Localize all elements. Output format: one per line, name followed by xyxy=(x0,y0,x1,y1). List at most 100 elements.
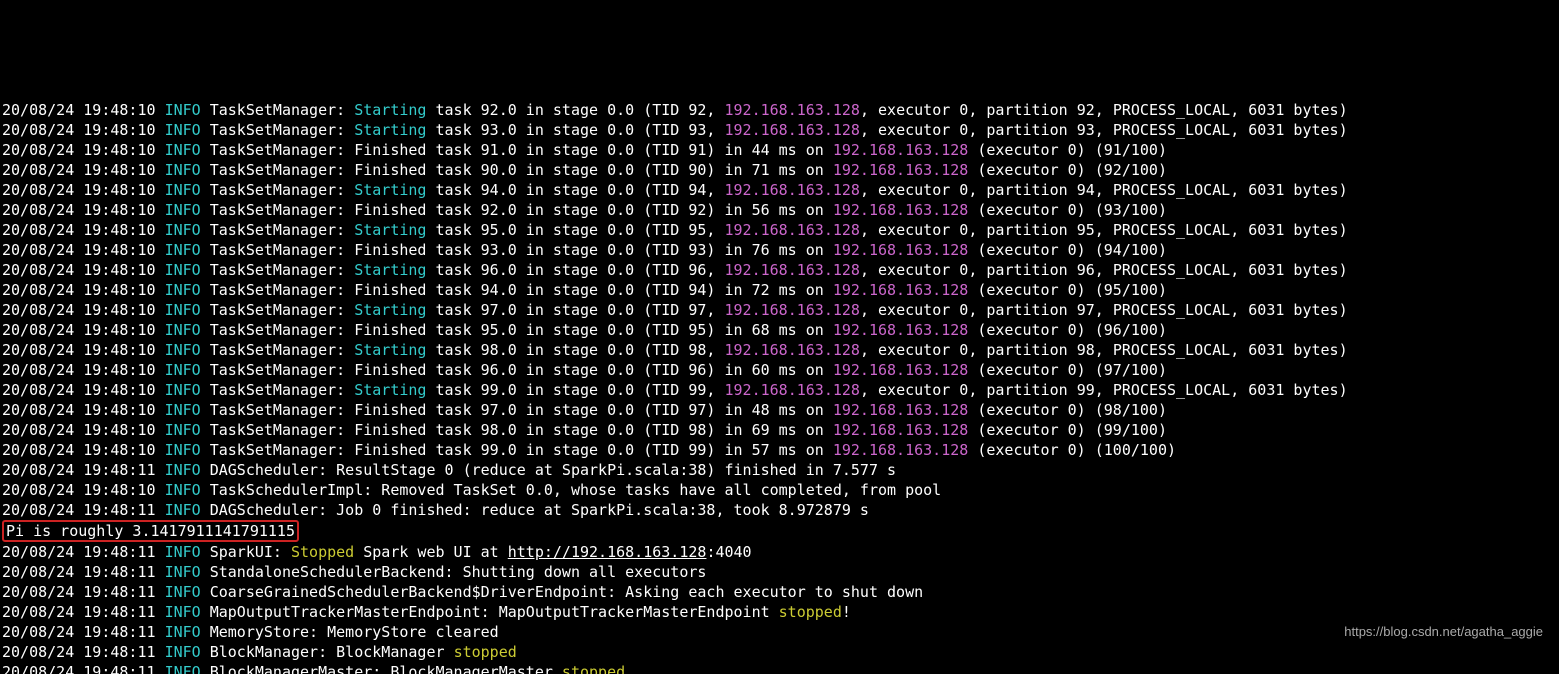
log-segment: 20/08/24 19:48:11 xyxy=(2,583,165,601)
log-segment: 20/08/24 19:48:11 xyxy=(2,643,165,661)
log-segment: TaskSetManager: Finished task 92.0 in st… xyxy=(201,201,833,219)
watermark-text: https://blog.csdn.net/agatha_aggie xyxy=(1344,622,1543,642)
log-segment: 20/08/24 19:48:10 xyxy=(2,181,165,199)
log-segment: task 94.0 in stage 0.0 (TID 94, xyxy=(426,181,724,199)
log-segment: stopped xyxy=(779,603,842,621)
log-segment: 192.168.163.128 xyxy=(724,301,859,319)
log-segment: (executor 0) (97/100) xyxy=(968,361,1167,379)
log-segment: INFO xyxy=(165,401,201,419)
log-segment: Starting xyxy=(354,301,426,319)
log-segment: TaskSetManager: xyxy=(201,181,355,199)
log-segment: 192.168.163.128 xyxy=(724,101,859,119)
log-line: 20/08/24 19:48:11 INFO BlockManagerMaste… xyxy=(2,662,1557,674)
log-segment: 192.168.163.128 xyxy=(833,401,968,419)
log-segment: task 93.0 in stage 0.0 (TID 93, xyxy=(426,121,724,139)
log-segment: TaskSetManager: xyxy=(201,101,355,119)
log-segment: , executor 0, partition 92, PROCESS_LOCA… xyxy=(860,101,1348,119)
log-segment: 192.168.163.128 xyxy=(833,321,968,339)
log-line: 20/08/24 19:48:10 INFO TaskSetManager: F… xyxy=(2,200,1557,220)
log-segment: INFO xyxy=(165,181,201,199)
log-segment: , executor 0, partition 93, PROCESS_LOCA… xyxy=(860,121,1348,139)
log-segment: 20/08/24 19:48:11 xyxy=(2,543,165,561)
log-segment: 20/08/24 19:48:10 xyxy=(2,301,165,319)
log-segment: 192.168.163.128 xyxy=(833,241,968,259)
log-segment: (executor 0) (91/100) xyxy=(968,141,1167,159)
log-segment: 192.168.163.128 xyxy=(833,441,968,459)
log-segment: TaskSetManager: Finished task 98.0 in st… xyxy=(201,421,833,439)
log-segment: 20/08/24 19:48:10 xyxy=(2,101,165,119)
log-segment: TaskSetManager: xyxy=(201,261,355,279)
log-segment: Stopped xyxy=(291,543,354,561)
log-segment: 20/08/24 19:48:10 xyxy=(2,161,165,179)
log-segment: 20/08/24 19:48:10 xyxy=(2,241,165,259)
log-line: 20/08/24 19:48:10 INFO TaskSetManager: S… xyxy=(2,340,1557,360)
log-line: 20/08/24 19:48:10 INFO TaskSetManager: F… xyxy=(2,280,1557,300)
log-segment: Spark web UI at xyxy=(354,543,508,561)
log-segment: 192.168.163.128 xyxy=(833,161,968,179)
log-segment: (executor 0) (100/100) xyxy=(968,441,1176,459)
log-segment: 192.168.163.128 xyxy=(833,201,968,219)
log-segment: INFO xyxy=(165,583,201,601)
log-segment: 20/08/24 19:48:10 xyxy=(2,441,165,459)
log-segment: task 95.0 in stage 0.0 (TID 95, xyxy=(426,221,724,239)
log-segment: TaskSetManager: xyxy=(201,341,355,359)
log-line: 20/08/24 19:48:10 INFO TaskSetManager: S… xyxy=(2,120,1557,140)
log-line: 20/08/24 19:48:10 INFO TaskSetManager: S… xyxy=(2,180,1557,200)
log-segment: 20/08/24 19:48:11 xyxy=(2,603,165,621)
log-segment: (executor 0) (95/100) xyxy=(968,281,1167,299)
log-segment: , executor 0, partition 96, PROCESS_LOCA… xyxy=(860,261,1348,279)
log-segment: INFO xyxy=(165,381,201,399)
log-segment: 20/08/24 19:48:10 xyxy=(2,141,165,159)
log-segment: 20/08/24 19:48:11 xyxy=(2,623,165,641)
log-segment: SparkUI: xyxy=(201,543,291,561)
log-segment: BlockManagerMaster: BlockManagerMaster xyxy=(201,663,562,674)
log-segment: INFO xyxy=(165,221,201,239)
log-segment: INFO xyxy=(165,481,201,499)
log-segment: 192.168.163.128 xyxy=(833,421,968,439)
log-segment: Starting xyxy=(354,101,426,119)
log-segment: INFO xyxy=(165,543,201,561)
log-line: 20/08/24 19:48:11 INFO MemoryStore: Memo… xyxy=(2,622,1557,642)
log-segment: (executor 0) (99/100) xyxy=(968,421,1167,439)
log-segment: 192.168.163.128 xyxy=(833,361,968,379)
log-segment: INFO xyxy=(165,121,201,139)
log-line: 20/08/24 19:48:11 INFO DAGScheduler: Res… xyxy=(2,460,1557,480)
log-segment: (executor 0) (92/100) xyxy=(968,161,1167,179)
log-segment: TaskSetManager: xyxy=(201,221,355,239)
log-segment: :4040 xyxy=(706,543,751,561)
log-segment: 20/08/24 19:48:11 xyxy=(2,461,165,479)
log-segment: TaskSetManager: Finished task 91.0 in st… xyxy=(201,141,833,159)
log-line: 20/08/24 19:48:10 INFO TaskSetManager: S… xyxy=(2,300,1557,320)
log-segment: INFO xyxy=(165,421,201,439)
log-segment: 20/08/24 19:48:10 xyxy=(2,381,165,399)
log-line: 20/08/24 19:48:10 INFO TaskSetManager: S… xyxy=(2,260,1557,280)
log-line: 20/08/24 19:48:11 INFO BlockManager: Blo… xyxy=(2,642,1557,662)
log-segment: TaskSetManager: xyxy=(201,381,355,399)
log-segment: 192.168.163.128 xyxy=(833,141,968,159)
log-line: 20/08/24 19:48:10 INFO TaskSetManager: F… xyxy=(2,440,1557,460)
log-segment: INFO xyxy=(165,281,201,299)
log-segment: BlockManager: BlockManager xyxy=(201,643,454,661)
log-segment: INFO xyxy=(165,441,201,459)
log-segment: TaskSetManager: Finished task 95.0 in st… xyxy=(201,321,833,339)
log-segment: INFO xyxy=(165,663,201,674)
log-segment: Starting xyxy=(354,181,426,199)
log-segment: (executor 0) (96/100) xyxy=(968,321,1167,339)
log-segment: TaskSchedulerImpl: Removed TaskSet 0.0, … xyxy=(201,481,942,499)
log-line: 20/08/24 19:48:10 INFO TaskSetManager: S… xyxy=(2,380,1557,400)
log-segment: TaskSetManager: xyxy=(201,121,355,139)
log-segment: INFO xyxy=(165,623,201,641)
log-segment: 192.168.163.128 xyxy=(833,281,968,299)
log-segment: INFO xyxy=(165,501,201,519)
log-segment: INFO xyxy=(165,161,201,179)
log-segment: , executor 0, partition 97, PROCESS_LOCA… xyxy=(860,301,1348,319)
log-segment: 192.168.163.128 xyxy=(724,121,859,139)
log-segment: stopped xyxy=(454,643,517,661)
terminal-output[interactable]: 20/08/24 19:48:10 INFO TaskSetManager: S… xyxy=(0,100,1559,674)
log-segment: TaskSetManager: Finished task 94.0 in st… xyxy=(201,281,833,299)
log-segment: 192.168.163.128 xyxy=(724,261,859,279)
log-segment: 20/08/24 19:48:10 xyxy=(2,201,165,219)
log-segment: 192.168.163.128 xyxy=(724,221,859,239)
log-segment: MapOutputTrackerMasterEndpoint: MapOutpu… xyxy=(201,603,779,621)
log-segment: 20/08/24 19:48:10 xyxy=(2,121,165,139)
